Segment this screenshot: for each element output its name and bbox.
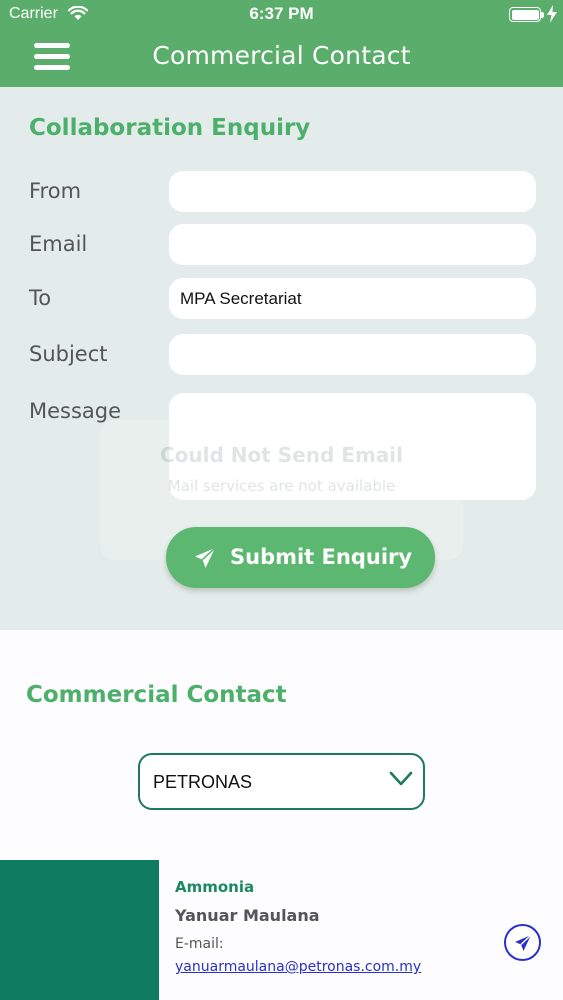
company-select-value: PETRONAS [153,772,253,792]
battery-tip [541,12,544,18]
paper-plane-icon [515,934,532,951]
contact-card-color-block [0,860,159,1000]
enquiry-heading: Collaboration Enquiry [29,115,311,141]
from-label: From [29,179,82,203]
commercial-contact-section: Commercial Contact PETRONAS Ammonia Yanu… [0,630,563,1000]
alert-message: Mail services are not available [167,477,396,495]
subject-input[interactable] [169,334,536,375]
company-select[interactable]: PETRONAS [138,753,425,810]
commercial-contact-heading: Commercial Contact [26,682,287,708]
to-input[interactable] [169,278,536,319]
status-bar: Carrier 6:37 PM [0,0,563,30]
contact-category: Ammonia [175,878,255,896]
alert-title: Could Not Send Email [160,443,403,467]
charging-bolt-icon [547,5,557,23]
chevron-down-icon [389,771,413,786]
to-label: To [29,286,52,310]
contact-email-label: E-mail: [175,936,224,952]
submit-enquiry-label: Submit Enquiry [230,545,413,569]
paper-plane-icon [195,547,216,568]
from-input[interactable] [169,171,536,212]
enquiry-section: Collaboration Enquiry From Email To Subj… [0,87,563,630]
submit-enquiry-button[interactable]: Submit Enquiry [166,527,435,588]
send-email-button[interactable] [504,924,541,961]
message-label: Message [29,399,122,423]
email-input[interactable] [169,224,536,265]
contact-name: Yanuar Maulana [175,906,320,925]
clock: 6:37 PM [249,4,314,23]
battery-icon [509,7,541,22]
page-title: Commercial Contact [152,41,411,70]
subject-label: Subject [29,342,108,366]
navigation-bar: Commercial Contact [0,30,563,87]
email-label: Email [29,232,88,256]
contact-email-link[interactable]: yanuarmaulana@petronas.com.my [175,959,421,975]
